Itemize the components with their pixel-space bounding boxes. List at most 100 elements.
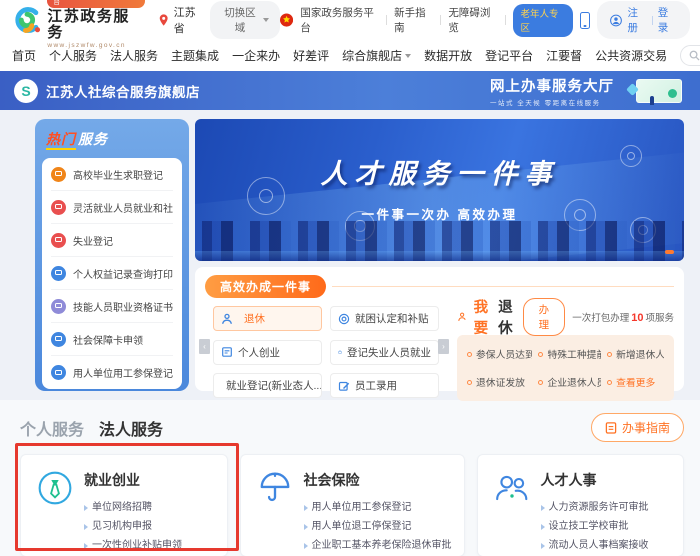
card-link-label: 用人单位用工参保登记 (312, 498, 412, 517)
hall-subtitle: 一站式 全天候 零距离在线服务 (490, 97, 614, 107)
hot-service-item[interactable]: 个人权益记录查询打印 (51, 257, 173, 290)
card-link[interactable]: 用人单位退工停保登记 (304, 517, 452, 536)
card-link-label: 设立技工学校审批 (549, 517, 629, 536)
hot-service-item[interactable]: 技能人员职业资格证书... (51, 290, 173, 323)
bullet-icon (467, 352, 472, 357)
page: 全国一体化在线政务服务平台 江苏政务服务 www.jszwfw.gov.cn 江… (0, 0, 700, 556)
hero-banner[interactable]: 人才服务一件事 一件事一次办 高效办理 (195, 119, 684, 261)
card-icon-wrap (37, 470, 73, 544)
tab-personal-services[interactable]: 个人服务 (20, 416, 84, 440)
view-more-link[interactable]: 查看更多 (607, 375, 664, 389)
tab-hardship-subsidy[interactable]: 就困认定和补贴 (330, 306, 439, 331)
site-logo[interactable]: 全国一体化在线政务服务平台 江苏政务服务 www.jszwfw.gov.cn (10, 0, 145, 49)
arrow-icon (541, 524, 545, 530)
mobile-app-icon[interactable] (580, 12, 590, 29)
guide-button[interactable]: 办事指南 (591, 413, 684, 442)
nav-item-public-resources[interactable]: 公共资源交易 (595, 47, 667, 64)
tab-unemployed-employment[interactable]: 登记失业人员就业 (330, 340, 439, 365)
nav-item-themes[interactable]: 主题集成 (171, 47, 219, 64)
tab-personal-startup[interactable]: 个人创业 (213, 340, 322, 365)
link-label: 企业退休人员纳... (547, 375, 601, 389)
elderly-zone-badge[interactable]: 老年人专区 (513, 4, 574, 37)
nav-item-corporate[interactable]: 法人服务 (110, 47, 158, 64)
region-switch-button[interactable]: 切换区域 (210, 1, 281, 39)
nav-item-flagship[interactable]: 综合旗舰店 (342, 47, 411, 64)
nav-item-rating[interactable]: 好差评 (293, 47, 329, 64)
hall-illustration (624, 77, 686, 105)
hot-item-label: 技能人员职业资格证书... (73, 299, 173, 314)
card-link[interactable]: 流动人员人事档案接收 (541, 536, 649, 555)
tab-employee-hiring[interactable]: 员工录用 (330, 373, 439, 398)
nav-item-home[interactable]: 首页 (12, 47, 36, 64)
service-icon (51, 332, 66, 347)
tab-employment-registration[interactable]: 就业登记(新业态人... (213, 373, 322, 398)
nav-item-open-data[interactable]: 数据开放 (424, 47, 472, 64)
carousel-next-icon[interactable]: › (438, 339, 449, 354)
card-title: 社会保险 (304, 470, 452, 490)
panel-link[interactable]: 退休证发放 (467, 375, 532, 389)
tab-label: 员工录用 (355, 378, 397, 393)
hot-service-item[interactable]: 社会保障卡申领 (51, 323, 173, 356)
panel-link[interactable]: 特殊工种提前退... (538, 347, 601, 361)
divider (505, 15, 506, 25)
hot-service-item[interactable]: 用人单位用工参保登记 (51, 356, 173, 389)
bullet-icon (467, 380, 472, 385)
hot-item-label: 用人单位用工参保登记 (73, 365, 173, 380)
nav-item-supervision[interactable]: 江要督 (546, 47, 582, 64)
card-link[interactable]: 设立技工学校审批 (541, 517, 649, 536)
panel-link[interactable]: 企业退休人员纳... (538, 375, 601, 389)
hot-service-item[interactable]: 灵活就业人员就业和社... (51, 191, 173, 224)
tie-badge-icon (37, 470, 73, 506)
service-icon (51, 266, 66, 281)
nav-item-registration[interactable]: 登记平台 (485, 47, 533, 64)
card-link-label: 见习机构申报 (92, 517, 152, 536)
search-box (680, 45, 700, 66)
card-link[interactable]: 企业职工基本养老保险退休审批 (304, 536, 452, 555)
panel-link[interactable]: 新增退休人员养... (607, 347, 664, 361)
tab-retirement[interactable]: 退休 (213, 306, 322, 331)
nav-item-enterprise[interactable]: 一企来办 (232, 47, 280, 64)
divider (332, 286, 674, 287)
note-prefix: 一次打包办理 (572, 313, 629, 324)
card-link[interactable]: 用人单位用工参保登记 (304, 498, 452, 517)
arrow-icon (541, 505, 545, 511)
link-accessibility[interactable]: 无障碍浏览 (448, 5, 497, 35)
register-link[interactable]: 注册 (627, 5, 646, 35)
carousel-indicator[interactable] (665, 250, 674, 254)
tab-corporate-services[interactable]: 法人服务 (99, 416, 163, 440)
carousel-prev-icon[interactable]: ‹ (199, 339, 210, 354)
hall-entry[interactable]: 网上办事服务大厅 一站式 全天候 零距离在线服务 (490, 75, 686, 107)
service-icon (51, 233, 66, 248)
region-name: 江苏省 (174, 4, 205, 36)
card-link[interactable]: 单位网络招聘 (84, 498, 182, 517)
tab-label: 个人创业 (238, 345, 280, 360)
card-link[interactable]: 一次性创业补贴申领 (84, 536, 182, 555)
umbrella-icon (257, 470, 293, 506)
login-link[interactable]: 登录 (658, 5, 677, 35)
one-thing-tabs: 退休 就困认定和补贴 个人创业 登记失业人员就业 (205, 306, 447, 401)
chevron-down-icon (263, 18, 269, 22)
hot-item-label: 高校毕业生求职登记 (73, 167, 163, 182)
link-label: 新增退休人员养... (616, 347, 664, 361)
panel-link[interactable]: 参保人员达到退... (467, 347, 532, 361)
card-icon-wrap (257, 470, 293, 544)
hot-service-item[interactable]: 失业登记 (51, 224, 173, 257)
tab-label: 就困认定和补贴 (355, 311, 429, 326)
link-label: 参保人员达到退... (476, 347, 532, 361)
card-link[interactable]: 人力资源服务许可审批 (541, 498, 649, 517)
main-content: 热门服务 高校毕业生求职登记 灵活就业人员就业和社... 失业登记 个人权益记录… (0, 110, 700, 400)
link-newbie-guide[interactable]: 新手指南 (394, 5, 433, 35)
store-logo-icon: S (14, 79, 38, 103)
link-national-platform[interactable]: 国家政务服务平台 (300, 5, 379, 35)
link-label: 查看更多 (616, 375, 655, 389)
nav-item-personal[interactable]: 个人服务 (49, 47, 97, 64)
hot-service-item[interactable]: 高校毕业生求职登记 (51, 158, 173, 191)
handle-button[interactable]: 办理 (523, 298, 566, 336)
hot-item-label: 社会保障卡申领 (73, 332, 143, 347)
card-title: 就业创业 (84, 470, 182, 490)
card-link-label: 用人单位退工停保登记 (312, 517, 412, 536)
panel-header: 我要退休 办理 一次打包办理10项服务 (457, 306, 674, 328)
hot-services-panel: 热门服务 高校毕业生求职登记 灵活就业人员就业和社... 失业登记 个人权益记录… (35, 119, 189, 391)
panel-links: 参保人员达到退... 特殊工种提前退... 新增退休人员养... 退休证发放 企… (457, 335, 674, 401)
card-link[interactable]: 见习机构申报 (84, 517, 182, 536)
